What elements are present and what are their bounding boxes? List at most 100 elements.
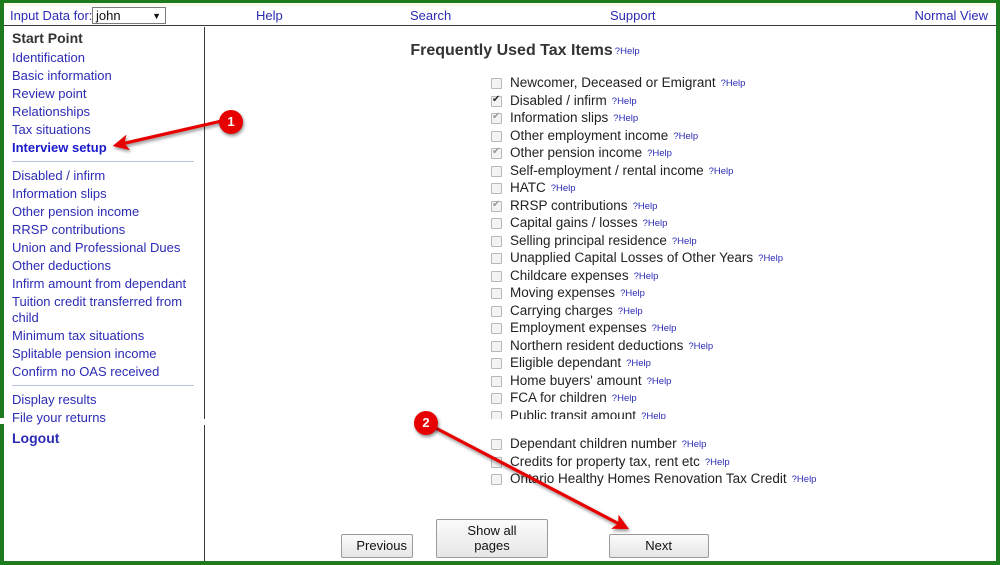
nav-link-search[interactable]: Search [410, 8, 451, 23]
help-icon[interactable]: ?Help [618, 306, 643, 317]
tax-item-row[interactable]: HATC ?Help [205, 179, 996, 197]
tax-item-row[interactable]: Disabled / infirm ?Help [205, 92, 996, 110]
sidebar-item-display-results[interactable]: Display results [4, 391, 204, 409]
help-icon[interactable]: ?Help [620, 288, 645, 299]
tax-item-row[interactable]: Eligible dependant ?Help [205, 354, 996, 372]
checkbox-other-pension-income[interactable] [491, 145, 502, 159]
sidebar-item-splitable-pension-income[interactable]: Splitable pension income [4, 345, 204, 363]
tax-item-row[interactable]: Public transit amount ?Help [205, 407, 996, 420]
sidebar-item-review-point[interactable]: Review point [4, 85, 204, 103]
help-icon[interactable]: ?Help [709, 166, 734, 177]
nav-link-normal-view[interactable]: Normal View [915, 8, 988, 23]
sidebar-item-identification[interactable]: Identification [4, 49, 204, 67]
checkbox-self-employment-rental-income[interactable] [491, 165, 502, 177]
tax-item-row[interactable]: Home buyers' amount ?Help [205, 372, 996, 390]
checkbox-childcare-expenses[interactable] [491, 270, 502, 282]
checkbox-unapplied-capital-losses-of-other-years[interactable] [491, 253, 502, 264]
checkbox-newcomer-deceased-or-emigrant[interactable] [491, 78, 502, 89]
previous-button[interactable]: Previous [341, 534, 414, 558]
tax-item-row[interactable]: Moving expenses ?Help [205, 284, 996, 302]
user-select[interactable]: john ▼ [92, 7, 166, 24]
checkbox-rrsp-contributions[interactable] [491, 198, 502, 212]
checkbox-employment-expenses[interactable] [491, 323, 502, 334]
help-icon[interactable]: ?Help [647, 376, 672, 387]
sidebar-item-file-your-returns[interactable]: File your returns [4, 409, 204, 427]
checkbox-hatc[interactable] [491, 183, 502, 194]
nav-link-help[interactable]: Help [256, 8, 283, 23]
help-icon[interactable]: ?Help [634, 271, 659, 282]
help-icon[interactable]: ?Help [612, 393, 637, 404]
tax-item-row[interactable]: Other pension income ?Help [205, 144, 996, 162]
sidebar-item-other-deductions[interactable]: Other deductions [4, 257, 204, 275]
sidebar-item-infirm-amount-from-dependant[interactable]: Infirm amount from dependant [4, 275, 204, 293]
help-icon[interactable]: ?Help [613, 113, 638, 124]
checkbox-selling-principal-residence[interactable] [491, 235, 502, 247]
checkbox-other-employment-income[interactable] [491, 130, 502, 142]
sidebar-item-minimum-tax-situations[interactable]: Minimum tax situations [4, 327, 204, 345]
help-icon[interactable]: ?Help [626, 358, 651, 369]
show-all-pages-button[interactable]: Show all pages [436, 519, 548, 558]
sidebar-item-relationships[interactable]: Relationships [4, 103, 204, 121]
help-icon[interactable]: ?Help [721, 78, 746, 89]
checkbox-dependant-children-number[interactable] [491, 439, 502, 450]
checkbox-capital-gains-losses[interactable] [491, 218, 502, 229]
help-icon[interactable]: ?Help [643, 218, 668, 229]
help-icon[interactable]: ?Help [551, 183, 576, 194]
checkbox-moving-expenses[interactable] [491, 288, 502, 299]
checkbox-home-buyers-amount[interactable] [491, 375, 502, 387]
sidebar-item-other-pension-income[interactable]: Other pension income [4, 203, 204, 221]
sidebar-item-tax-situations[interactable]: Tax situations [4, 121, 204, 139]
help-icon-title[interactable]: ?Help [615, 46, 640, 57]
tax-item-row[interactable]: Employment expenses ?Help [205, 319, 996, 337]
help-icon[interactable]: ?Help [688, 341, 713, 352]
tax-item-row[interactable]: Carrying charges ?Help [205, 302, 996, 320]
help-icon[interactable]: ?Help [612, 96, 637, 107]
sidebar-item-rrsp-contributions[interactable]: RRSP contributions [4, 221, 204, 239]
sidebar-item-logout[interactable]: Logout [4, 427, 204, 447]
tax-item-row[interactable]: FCA for children ?Help [205, 389, 996, 407]
tax-item-row[interactable]: Ontario Healthy Homes Renovation Tax Cre… [205, 470, 996, 488]
sidebar-group-actions: Display results File your returns Logout [4, 391, 204, 447]
tax-item-row[interactable]: Unapplied Capital Losses of Other Years?… [205, 249, 996, 267]
sidebar-item-disabled-infirm[interactable]: Disabled / infirm [4, 167, 204, 185]
checkbox-credits-for-property-tax-rent-etc[interactable] [491, 456, 502, 468]
sidebar-item-basic-information[interactable]: Basic information [4, 67, 204, 85]
help-icon[interactable]: ?Help [682, 439, 707, 450]
tax-item-row[interactable]: Childcare expenses ?Help [205, 267, 996, 285]
next-button[interactable]: Next [608, 534, 709, 558]
tax-item-row[interactable]: Capital gains / losses ?Help [205, 214, 996, 232]
nav-link-support[interactable]: Support [610, 8, 656, 23]
sidebar-item-tuition-credit-transferred-from-child[interactable]: Tuition credit transferred from child [4, 293, 204, 327]
checkbox-eligible-dependant[interactable] [491, 358, 502, 369]
list-item: Tax situations [4, 121, 204, 139]
tax-item-row[interactable]: Information slips ?Help [205, 109, 996, 127]
help-icon[interactable]: ?Help [641, 411, 666, 420]
help-icon[interactable]: ?Help [672, 236, 697, 247]
help-icon[interactable]: ?Help [673, 131, 698, 142]
sidebar-item-union-and-professional-dues[interactable]: Union and Professional Dues [4, 239, 204, 257]
sidebar-item-confirm-no-oas-received[interactable]: Confirm no OAS received [4, 363, 204, 381]
tax-item-row[interactable]: Selling principal residence ?Help [205, 232, 996, 250]
checkbox-disabled-infirm[interactable] [491, 93, 502, 107]
help-icon[interactable]: ?Help [792, 474, 817, 485]
help-icon[interactable]: ?Help [705, 457, 730, 468]
checkbox-information-slips[interactable] [491, 110, 502, 124]
checkbox-public-transit-amount[interactable] [491, 410, 502, 419]
checkbox-northern-resident-deductions[interactable] [491, 340, 502, 352]
tax-item-row[interactable]: Northern resident deductions ?Help [205, 337, 996, 355]
checkbox-fca-for-children[interactable] [491, 393, 502, 404]
tax-item-row[interactable]: Newcomer, Deceased or Emigrant ?Help [205, 74, 996, 92]
help-icon[interactable]: ?Help [652, 323, 677, 334]
tax-item-row[interactable]: Other employment income ?Help [205, 127, 996, 145]
sidebar-item-information-slips[interactable]: Information slips [4, 185, 204, 203]
help-icon[interactable]: ?Help [758, 253, 783, 264]
checkbox-carrying-charges[interactable] [491, 305, 502, 317]
tax-item-row[interactable]: Dependant children number ?Help [205, 435, 996, 453]
checkbox-ontario-healthy-homes-renovation-tax-credit[interactable] [491, 474, 502, 485]
tax-item-row[interactable]: Self-employment / rental income ?Help [205, 162, 996, 180]
help-icon[interactable]: ?Help [647, 148, 672, 159]
sidebar-item-interview-setup[interactable]: Interview setup [4, 139, 204, 157]
tax-item-row[interactable]: RRSP contributions ?Help [205, 197, 996, 215]
tax-item-row[interactable]: Credits for property tax, rent etc ?Help [205, 453, 996, 471]
help-icon[interactable]: ?Help [633, 201, 658, 212]
